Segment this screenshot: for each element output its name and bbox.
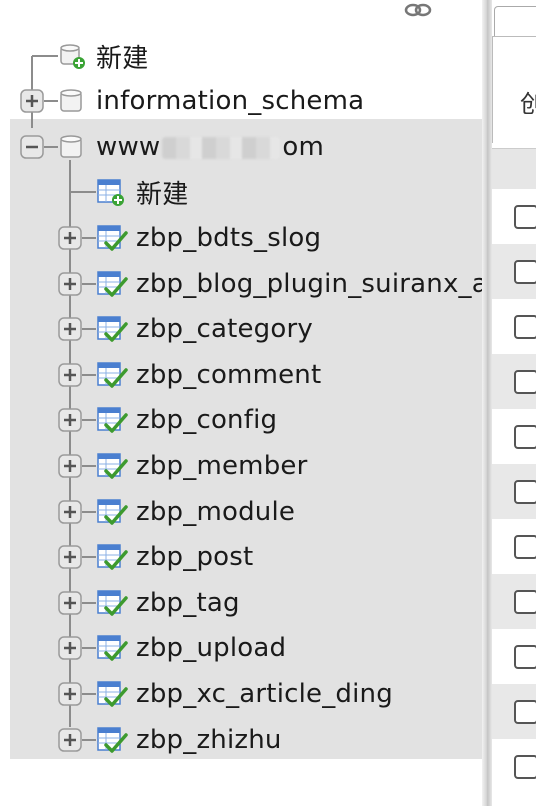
tree-table-item[interactable]: zbp_upload <box>96 625 286 671</box>
tree-db-new-table[interactable]: 新建 <box>96 169 188 215</box>
table-row <box>492 409 536 464</box>
database-icon <box>60 89 82 112</box>
tree-root-new[interactable]: 新建 <box>58 33 148 79</box>
tree-table-item[interactable]: zbp_tag <box>96 580 240 626</box>
table-name: zbp_upload <box>136 633 287 663</box>
table-name: zbp_comment <box>136 360 322 390</box>
table-icon <box>96 223 128 258</box>
tree-table-item[interactable]: zbp_category <box>96 306 313 352</box>
tree-db-new-label: 新建 <box>136 179 189 210</box>
table-icon <box>96 451 128 486</box>
table-row <box>492 189 536 244</box>
table-row <box>492 464 536 519</box>
tree-table-item[interactable]: zbp_comment <box>96 352 321 398</box>
row-checkbox[interactable] <box>514 590 536 614</box>
row-checkbox[interactable] <box>514 700 536 724</box>
table-header <box>492 148 536 190</box>
table-name: zbp_zhizhu <box>136 725 282 755</box>
table-icon <box>96 405 128 440</box>
tree-table-item[interactable]: zbp_member <box>96 443 308 489</box>
expand-plus-icon[interactable] <box>58 408 82 437</box>
row-checkbox[interactable] <box>514 755 536 779</box>
row-checkbox[interactable] <box>514 645 536 669</box>
expand-plus-icon[interactable] <box>58 636 82 665</box>
expand-plus-icon[interactable] <box>58 317 82 346</box>
table-row <box>492 354 536 409</box>
expand-plus-icon[interactable] <box>58 363 82 392</box>
navigation-panel: 新建 information_schema www om 新建 zbp_bdts… <box>0 0 482 806</box>
database-name-start: www <box>96 132 161 162</box>
database-icon <box>60 135 82 158</box>
content-tab[interactable] <box>494 6 536 37</box>
table-name: zbp_category <box>136 314 313 344</box>
toolbar-create-label[interactable]: 创 <box>520 84 536 119</box>
table-icon <box>96 679 128 714</box>
table-name: zbp_module <box>136 497 296 527</box>
table-row <box>492 299 536 354</box>
table-row <box>492 629 536 684</box>
tree-table-item[interactable]: zbp_blog_plugin_suiranx_ai <box>96 261 482 307</box>
row-checkbox[interactable] <box>514 480 536 504</box>
expand-plus-icon[interactable] <box>58 591 82 620</box>
tree-table-item[interactable]: zbp_config <box>96 397 277 443</box>
collapse-minus-icon[interactable] <box>20 135 44 159</box>
tree-table-item[interactable]: zbp_post <box>96 534 253 580</box>
table-name: zbp_tag <box>136 588 240 618</box>
expand-plus-icon[interactable] <box>58 500 82 529</box>
database-new-icon <box>60 44 85 69</box>
table-icon <box>96 588 128 623</box>
tree-table-item[interactable]: zbp_zhizhu <box>96 717 282 763</box>
expand-plus-icon[interactable] <box>58 226 82 255</box>
table-icon <box>96 314 128 349</box>
tree-database-www[interactable]: www om <box>58 124 324 170</box>
expand-plus-icon[interactable] <box>20 89 44 113</box>
table-icon <box>96 360 128 395</box>
table-icon <box>96 725 128 760</box>
row-checkbox[interactable] <box>514 315 536 339</box>
table-row <box>492 244 536 299</box>
table-name: zbp_config <box>136 405 278 435</box>
tree-root-new-label: 新建 <box>96 43 149 74</box>
tree-table-item[interactable]: zbp_xc_article_ding <box>96 671 393 717</box>
row-checkbox[interactable] <box>514 260 536 284</box>
database-name: information_schema <box>96 86 365 116</box>
right-content-panel: 创 <box>492 0 536 806</box>
table-name: zbp_bdts_slog <box>136 223 322 253</box>
table-name: zbp_member <box>136 451 308 481</box>
table-icon <box>96 542 128 577</box>
expand-plus-icon[interactable] <box>58 682 82 711</box>
table-name: zbp_blog_plugin_suiranx_ai <box>136 269 482 299</box>
table-name: zbp_post <box>136 542 254 572</box>
tree-table-item[interactable]: zbp_bdts_slog <box>96 215 321 261</box>
expand-plus-icon[interactable] <box>58 272 82 301</box>
row-checkbox[interactable] <box>514 205 536 229</box>
table-row <box>492 684 536 739</box>
table-row <box>492 574 536 629</box>
table-icon <box>96 633 128 668</box>
tree-database-information-schema[interactable]: information_schema <box>58 78 364 124</box>
table-row <box>492 519 536 574</box>
expand-plus-icon[interactable] <box>58 454 82 483</box>
row-checkbox[interactable] <box>514 425 536 449</box>
row-checkbox[interactable] <box>514 370 536 394</box>
expand-plus-icon[interactable] <box>58 545 82 574</box>
expand-plus-icon[interactable] <box>58 728 82 757</box>
table-new-icon <box>97 179 124 206</box>
panel-splitter[interactable] <box>482 0 492 806</box>
tree-table-item[interactable]: zbp_module <box>96 489 295 535</box>
database-name-end: om <box>282 132 325 162</box>
row-checkbox[interactable] <box>514 535 536 559</box>
table-name: zbp_xc_article_ding <box>136 679 393 709</box>
table-icon <box>96 269 128 304</box>
redacted-text <box>162 136 281 159</box>
table-row <box>492 739 536 794</box>
table-icon <box>96 497 128 532</box>
